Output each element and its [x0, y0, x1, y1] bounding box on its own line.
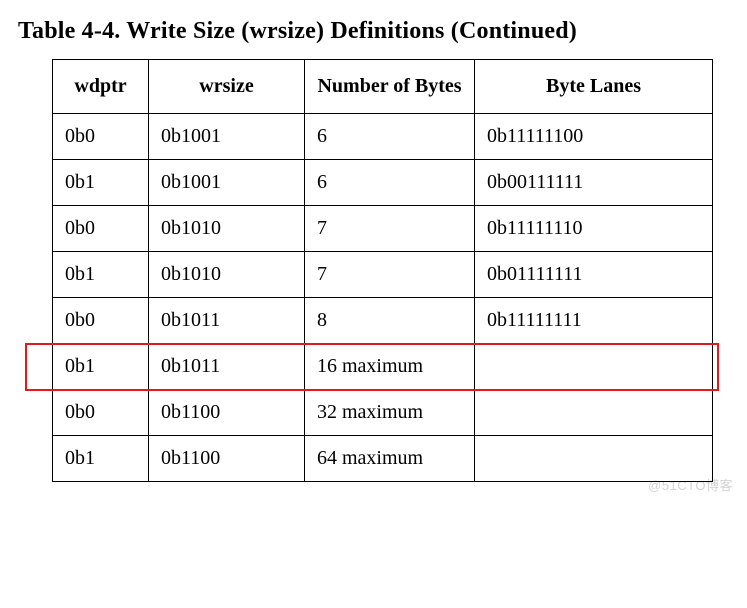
cell-wdptr: 0b1: [53, 160, 149, 206]
wrsize-table: wdptr wrsize Number of Bytes Byte Lanes …: [52, 59, 713, 482]
table-row: 0b1 0b1010 7 0b01111111: [53, 252, 713, 298]
cell-wdptr: 0b0: [53, 114, 149, 160]
cell-nbytes: 8: [305, 298, 475, 344]
cell-lanes: 0b00111111: [475, 160, 713, 206]
cell-lanes: [475, 344, 713, 390]
cell-wrsize: 0b1100: [149, 390, 305, 436]
col-lanes: Byte Lanes: [475, 60, 713, 114]
table-row: 0b0 0b1011 8 0b11111111: [53, 298, 713, 344]
table-row: 0b1 0b1001 6 0b00111111: [53, 160, 713, 206]
cell-nbytes: 6: [305, 114, 475, 160]
cell-wdptr: 0b0: [53, 298, 149, 344]
cell-wrsize: 0b1011: [149, 344, 305, 390]
cell-wdptr: 0b0: [53, 390, 149, 436]
cell-wdptr: 0b0: [53, 206, 149, 252]
cell-wrsize: 0b1100: [149, 436, 305, 482]
cell-nbytes: 7: [305, 252, 475, 298]
cell-wdptr: 0b1: [53, 252, 149, 298]
cell-nbytes: 32 maximum: [305, 390, 475, 436]
cell-nbytes: 64 maximum: [305, 436, 475, 482]
table-row: 0b0 0b1100 32 maximum: [53, 390, 713, 436]
cell-nbytes: 6: [305, 160, 475, 206]
cell-nbytes: 16 maximum: [305, 344, 475, 390]
table-row: 0b1 0b1100 64 maximum: [53, 436, 713, 482]
table-header-row: wdptr wrsize Number of Bytes Byte Lanes: [53, 60, 713, 114]
cell-wrsize: 0b1010: [149, 252, 305, 298]
cell-nbytes: 7: [305, 206, 475, 252]
cell-lanes: [475, 390, 713, 436]
cell-wrsize: 0b1010: [149, 206, 305, 252]
cell-wdptr: 0b1: [53, 344, 149, 390]
cell-lanes: 0b01111111: [475, 252, 713, 298]
watermark-text: @51CTO博客: [648, 475, 733, 494]
table-container: wdptr wrsize Number of Bytes Byte Lanes …: [18, 59, 729, 482]
table-title: Table 4-4. Write Size (wrsize) Definitio…: [18, 18, 729, 45]
cell-wrsize: 0b1001: [149, 160, 305, 206]
cell-lanes: 0b11111111: [475, 298, 713, 344]
table-row: 0b1 0b1011 16 maximum: [53, 344, 713, 390]
col-wdptr: wdptr: [53, 60, 149, 114]
cell-wrsize: 0b1011: [149, 298, 305, 344]
cell-wrsize: 0b1001: [149, 114, 305, 160]
table-row: 0b0 0b1001 6 0b11111100: [53, 114, 713, 160]
table-row: 0b0 0b1010 7 0b11111110: [53, 206, 713, 252]
cell-lanes: 0b11111110: [475, 206, 713, 252]
table-body: 0b0 0b1001 6 0b11111100 0b1 0b1001 6 0b0…: [53, 114, 713, 482]
cell-wdptr: 0b1: [53, 436, 149, 482]
col-wrsize: wrsize: [149, 60, 305, 114]
cell-lanes: 0b11111100: [475, 114, 713, 160]
col-nbytes: Number of Bytes: [305, 60, 475, 114]
